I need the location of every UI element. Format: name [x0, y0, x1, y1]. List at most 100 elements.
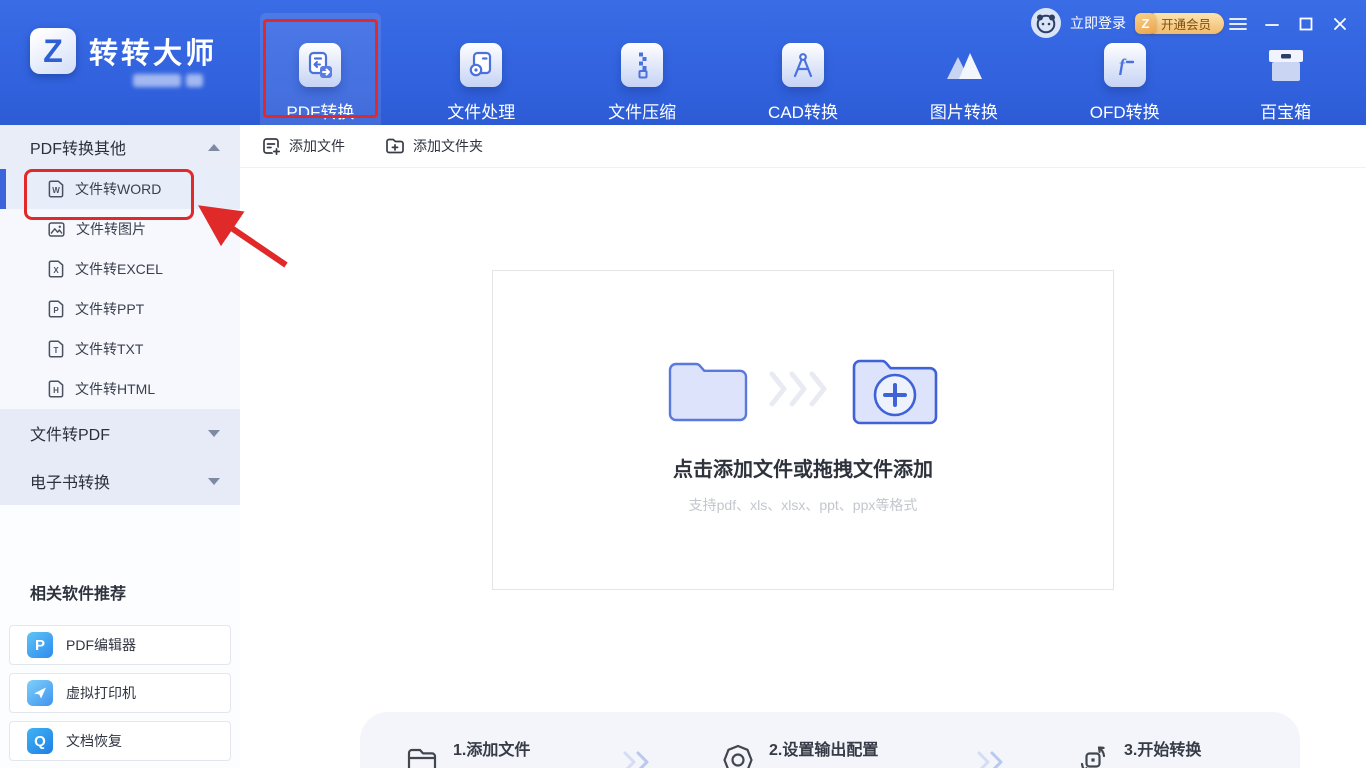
- sidebar-section-file-to-pdf[interactable]: 文件转PDF: [0, 409, 240, 457]
- svg-text:W: W: [52, 186, 60, 195]
- logo-z-icon: Z: [30, 28, 76, 74]
- sidebar-section-pdf-convert-other[interactable]: PDF转换其他: [0, 125, 240, 169]
- txt-doc-icon: T: [48, 340, 64, 358]
- sidebar-item-file-to-excel[interactable]: X 文件转EXCEL: [0, 249, 240, 289]
- section-label: 文件转PDF: [30, 427, 111, 444]
- svg-text:H: H: [53, 386, 59, 395]
- tab-label: 文件压缩: [608, 103, 677, 122]
- recommend-label: 文档恢复: [66, 733, 122, 749]
- recommend-title: 相关软件推荐: [30, 586, 127, 603]
- sidebar-item-file-to-html[interactable]: H 文件转HTML: [0, 369, 240, 409]
- recommend-label: 虚拟打印机: [66, 685, 136, 701]
- pdf-convert-icon: [299, 43, 342, 87]
- header-bar: Z 转转大师 PDF转换 文件处理 文件压缩 CAD转换 图片转换 f OFD转…: [0, 0, 1366, 125]
- tab-cad-convert[interactable]: CAD转换: [723, 0, 884, 125]
- folder-icon: [668, 362, 748, 422]
- doc-recovery-icon: Q: [27, 728, 53, 754]
- dropzone-subtitle: 支持pdf、xls、xlsx、ppt、ppx等格式: [688, 497, 918, 513]
- tab-label: CAD转换: [768, 103, 838, 122]
- app-logo: Z 转转大师: [30, 28, 217, 74]
- item-label: 文件转PPT: [75, 301, 145, 317]
- avatar[interactable]: [1030, 8, 1061, 38]
- toolbar: 添加文件 添加文件夹: [240, 125, 1366, 168]
- tab-image-convert[interactable]: 图片转换: [883, 0, 1044, 125]
- add-folder-label: 添加文件夹: [413, 138, 483, 154]
- add-folder-button[interactable]: 添加文件夹: [385, 136, 483, 156]
- main-content: 添加文件 添加文件夹 点击添加文件或拖拽文件添加 支持pdf、xls、xlsx、…: [240, 125, 1366, 768]
- dropzone-graphic: [493, 351, 1113, 427]
- sidebar-item-file-to-txt[interactable]: T 文件转TXT: [0, 329, 240, 369]
- recommend-label: PDF编辑器: [66, 637, 136, 653]
- svg-text:P: P: [53, 306, 59, 315]
- pdf-editor-icon: P: [27, 632, 53, 658]
- account-area: 立即登录 Z 开通会员: [1030, 8, 1224, 38]
- mountains-icon: [943, 43, 985, 87]
- step-title: 1.添加文件: [453, 742, 531, 759]
- add-folder-icon: [386, 138, 404, 154]
- sidebar: PDF转换其他 W 文件转WORD 文件转图片 X 文件转EXCEL P 文件转…: [0, 125, 240, 768]
- sidebar-item-file-to-image[interactable]: 文件转图片: [0, 209, 240, 249]
- tab-file-process[interactable]: 文件处理: [401, 0, 562, 125]
- svg-text:X: X: [53, 266, 59, 275]
- recommend-doc-recovery[interactable]: Q 文档恢复: [9, 721, 231, 761]
- treasure-box-icon: [1265, 43, 1307, 87]
- close-icon[interactable]: [1328, 13, 1352, 35]
- compass-icon: [782, 43, 824, 87]
- image-icon: [48, 221, 65, 237]
- chevrons-icon: [769, 371, 827, 407]
- vip-button[interactable]: Z 开通会员: [1134, 12, 1224, 34]
- section-label: PDF转换其他: [30, 141, 127, 158]
- zip-icon: [621, 43, 664, 87]
- app-window: Z 转转大师 PDF转换 文件处理 文件压缩 CAD转换 图片转换 f OFD转…: [0, 0, 1366, 768]
- blurred-subtitle: [133, 74, 181, 87]
- tab-pdf-convert[interactable]: PDF转换: [240, 0, 401, 125]
- tab-label: OFD转换: [1089, 103, 1160, 122]
- sidebar-item-file-to-ppt[interactable]: P 文件转PPT: [0, 289, 240, 329]
- sidebar-section-ebook-convert[interactable]: 电子书转换: [0, 457, 240, 505]
- maximize-icon[interactable]: [1294, 13, 1318, 35]
- ofd-icon: f: [1103, 43, 1146, 87]
- tab-file-compress[interactable]: 文件压缩: [562, 0, 723, 125]
- excel-doc-icon: X: [48, 260, 64, 278]
- step-title: 3.开始转换: [1123, 742, 1202, 759]
- virtual-printer-icon: [27, 680, 53, 706]
- item-label: 文件转EXCEL: [75, 261, 163, 277]
- collapse-down-icon: [208, 477, 220, 485]
- add-file-button[interactable]: 添加文件: [262, 136, 345, 156]
- login-button[interactable]: 立即登录: [1070, 13, 1126, 33]
- svg-text:T: T: [54, 346, 59, 355]
- step-output-config: 2.设置输出配置 支持批量操作和各种设置: [720, 736, 912, 768]
- tab-label: 百宝箱: [1260, 103, 1312, 122]
- menu-icon[interactable]: [1226, 13, 1250, 35]
- step-start-convert: 3.开始转换 点击转换按钮开始转换: [1075, 736, 1254, 768]
- tab-label: 图片转换: [929, 103, 998, 122]
- app-title: 转转大师: [89, 38, 218, 70]
- step-arrow-icon: [623, 751, 648, 768]
- item-label: 文件转图片: [76, 221, 146, 237]
- add-file-icon: [263, 137, 281, 156]
- file-dropzone[interactable]: 点击添加文件或拖拽文件添加 支持pdf、xls、xlsx、ppt、ppx等格式: [492, 270, 1114, 590]
- item-label: 文件转TXT: [75, 341, 144, 357]
- window-controls: [1226, 13, 1352, 35]
- vip-label: 开通会员: [1160, 17, 1211, 32]
- recommend-pdf-editor[interactable]: P PDF编辑器: [9, 625, 231, 665]
- add-file-label: 添加文件: [289, 138, 345, 154]
- word-doc-icon: W: [48, 180, 64, 198]
- collapse-down-icon: [208, 429, 220, 437]
- tab-label: 文件处理: [447, 103, 516, 122]
- item-label: 文件转WORD: [75, 181, 162, 197]
- sidebar-items: W 文件转WORD 文件转图片 X 文件转EXCEL P 文件转PPT T 文件…: [0, 169, 240, 409]
- sidebar-item-file-to-word[interactable]: W 文件转WORD: [0, 169, 240, 209]
- recommend-virtual-printer[interactable]: 虚拟打印机: [9, 673, 231, 713]
- recommend-panel: 相关软件推荐 P PDF编辑器 虚拟打印机 Q 文档恢复: [0, 580, 240, 768]
- step-title: 2.设置输出配置: [768, 742, 879, 759]
- minimize-icon[interactable]: [1260, 13, 1284, 35]
- file-process-icon: [460, 43, 503, 87]
- collapse-up-icon: [208, 143, 220, 151]
- svg-text:f: f: [1119, 55, 1127, 75]
- item-label: 文件转HTML: [75, 381, 156, 397]
- add-folder-large-icon: [852, 359, 938, 425]
- settings-nut-icon: [723, 744, 753, 768]
- ppt-doc-icon: P: [48, 300, 64, 318]
- tab-label: PDF转换: [286, 103, 355, 122]
